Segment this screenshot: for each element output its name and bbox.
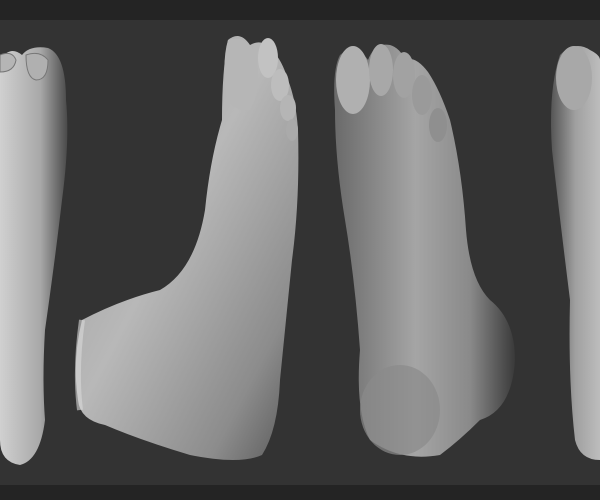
foot-top-view	[0, 47, 68, 466]
foot-sole-view	[334, 44, 515, 457]
render-viewport	[0, 0, 600, 500]
feet-render	[0, 36, 600, 466]
foot-sole-partial-view	[551, 46, 600, 460]
foot-medial-view	[74, 36, 299, 460]
